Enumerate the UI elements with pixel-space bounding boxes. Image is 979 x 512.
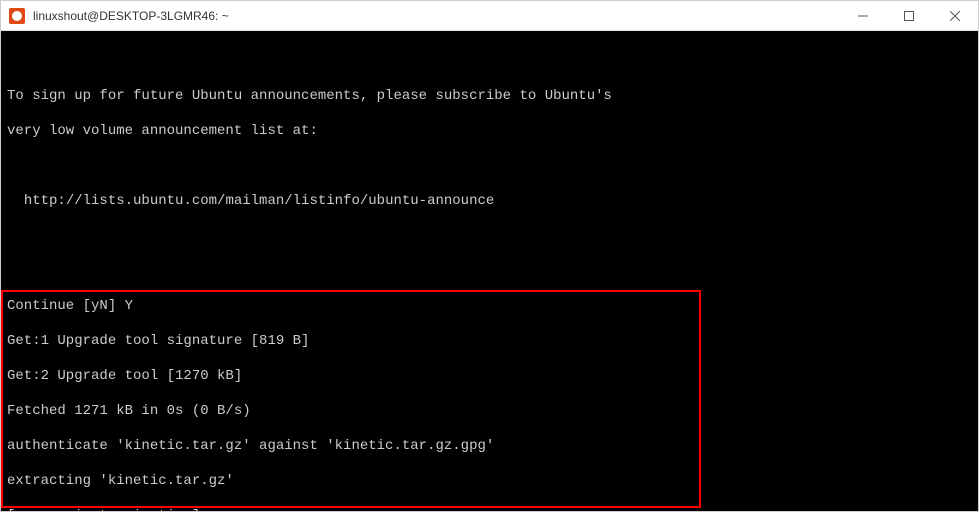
- terminal-line: [7, 53, 972, 71]
- terminal-line: To sign up for future Ubuntu announcemen…: [7, 88, 972, 106]
- terminal-line: Continue [yN] Y: [7, 298, 972, 316]
- terminal-line: authenticate 'kinetic.tar.gz' against 'k…: [7, 438, 972, 456]
- terminal-line: http://lists.ubuntu.com/mailman/listinfo…: [7, 193, 972, 211]
- window-controls: [840, 1, 978, 30]
- terminal-line: [7, 263, 972, 281]
- minimize-button[interactable]: [840, 1, 886, 30]
- titlebar[interactable]: linuxshout@DESKTOP-3LGMR46: ~: [1, 1, 978, 31]
- close-button[interactable]: [932, 1, 978, 30]
- app-icon: [9, 8, 25, 24]
- terminal-line: extracting 'kinetic.tar.gz': [7, 473, 972, 491]
- window-title: linuxshout@DESKTOP-3LGMR46: ~: [33, 9, 840, 23]
- terminal-line: Fetched 1271 kB in 0s (0 B/s): [7, 403, 972, 421]
- terminal-line: [screen is terminating]: [7, 508, 972, 512]
- terminal-line: Get:1 Upgrade tool signature [819 B]: [7, 333, 972, 351]
- maximize-button[interactable]: [886, 1, 932, 30]
- terminal-body[interactable]: To sign up for future Ubuntu announcemen…: [1, 31, 978, 511]
- terminal-window: linuxshout@DESKTOP-3LGMR46: ~ To sign up…: [0, 0, 979, 512]
- terminal-line: [7, 228, 972, 246]
- terminal-line: very low volume announcement list at:: [7, 123, 972, 141]
- terminal-line: Get:2 Upgrade tool [1270 kB]: [7, 368, 972, 386]
- terminal-line: [7, 158, 972, 176]
